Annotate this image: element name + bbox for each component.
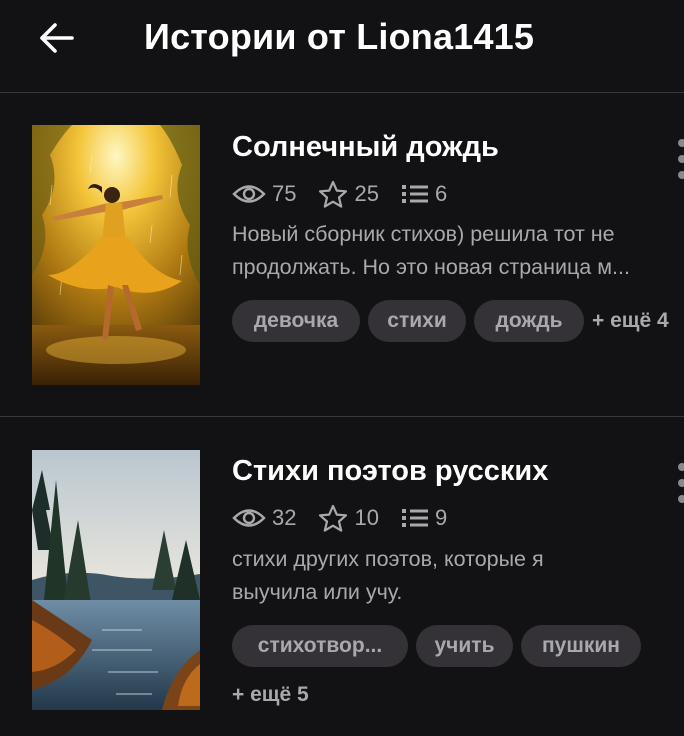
girl-dancing-in-rain-cover <box>32 125 200 385</box>
tag-chip[interactable]: девочка <box>232 300 360 342</box>
parts-count: 6 <box>434 181 448 206</box>
eye-icon <box>232 509 266 527</box>
tag-chip[interactable]: стихи <box>368 300 466 342</box>
star-icon <box>319 180 348 208</box>
story-title[interactable]: Солнечный дождь <box>232 131 499 164</box>
views-count: 75 <box>272 181 297 206</box>
story-list-page: Истории от Liona1415 Солнечный дождь 75 … <box>0 0 684 736</box>
list-icon <box>401 185 428 203</box>
tag-chip[interactable]: пушкин <box>521 625 641 667</box>
story-description: стихи других поэтов, которые я выучила и… <box>232 543 680 609</box>
story-description: Новый сборник стихов) решила тот не прод… <box>232 218 680 284</box>
back-button[interactable] <box>36 20 76 56</box>
eye-icon <box>232 185 266 203</box>
story-stats: 75 25 6 <box>232 179 469 209</box>
tag-chip[interactable]: учить <box>416 625 513 667</box>
parts-stat: 9 <box>401 505 447 531</box>
story-stats: 32 10 9 <box>232 503 469 533</box>
views-stat: 32 <box>232 505 296 531</box>
forest-lake-painting-cover <box>32 450 200 710</box>
description-line: Новый сборник стихов) решила тот не <box>232 222 615 246</box>
description-line: стихи других поэтов, которые я <box>232 547 544 571</box>
more-tags-link[interactable]: + ещё 4 <box>592 309 669 333</box>
parts-stat: 6 <box>401 181 447 207</box>
overflow-menu-button[interactable] <box>676 461 684 505</box>
views-stat: 75 <box>232 181 296 207</box>
views-count: 32 <box>272 505 297 530</box>
stars-stat: 10 <box>318 504 379 533</box>
stars-stat: 25 <box>318 180 379 209</box>
story-cover[interactable] <box>32 450 200 710</box>
arrow-left-icon <box>40 23 74 53</box>
tag-chip[interactable]: дождь <box>474 300 584 342</box>
page-title: Истории от Liona1415 <box>144 16 535 57</box>
story-cover[interactable] <box>32 125 200 385</box>
list-icon <box>401 509 428 527</box>
stars-count: 25 <box>354 181 379 206</box>
tag-chip[interactable]: стихотвор... <box>232 625 408 667</box>
description-line: продолжать. Но это новая страница м... <box>232 255 630 279</box>
parts-count: 9 <box>434 505 448 530</box>
story-card[interactable]: Стихи поэтов русских 32 10 9 стихи други… <box>0 417 684 736</box>
stars-count: 10 <box>354 505 379 530</box>
star-icon <box>319 504 348 532</box>
header: Истории от Liona1415 <box>0 0 684 92</box>
overflow-menu-button[interactable] <box>676 137 684 181</box>
description-line: выучила или учу. <box>232 580 403 604</box>
more-tags-link[interactable]: + ещё 5 <box>232 683 309 707</box>
story-card[interactable]: Солнечный дождь 75 25 6 Новый сборник ст… <box>0 93 684 416</box>
story-title[interactable]: Стихи поэтов русских <box>232 455 548 488</box>
